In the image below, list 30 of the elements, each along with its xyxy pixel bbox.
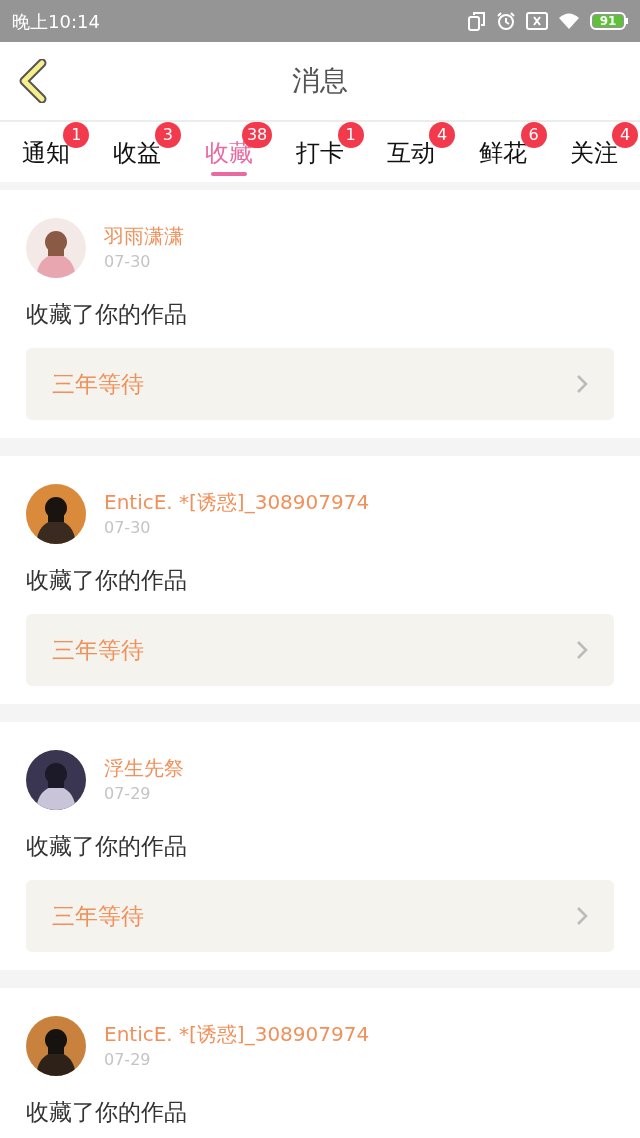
- message-date: 07-30: [104, 252, 152, 272]
- user-name[interactable]: EnticE. *[诱惑]_308907974: [104, 490, 370, 514]
- chevron-right-icon: [576, 640, 588, 660]
- message-text: 收藏了你的作品: [26, 566, 188, 595]
- user-name[interactable]: 浮生先祭: [104, 756, 184, 780]
- battery-level: 91: [593, 15, 623, 27]
- work-link[interactable]: 三年等待: [26, 614, 614, 686]
- work-link[interactable]: 三年等待: [26, 348, 614, 420]
- tab[interactable]: 互动 4: [365, 122, 458, 182]
- message-date: 07-29: [104, 784, 152, 804]
- message-text: 收藏了你的作品: [26, 832, 188, 861]
- work-link[interactable]: 三年等待: [26, 880, 614, 952]
- status-time: 晚上10:14: [12, 9, 100, 34]
- tab[interactable]: 关注 4: [548, 122, 640, 182]
- sim-off-icon: [526, 12, 548, 30]
- message-date: 07-29: [104, 1050, 152, 1070]
- count-badge: 4: [429, 122, 456, 148]
- message-text: 收藏了你的作品: [26, 1098, 188, 1127]
- user-name[interactable]: EnticE. *[诱惑]_308907974: [104, 1022, 370, 1046]
- chevron-right-icon: [576, 906, 588, 926]
- screen-rotate-icon: [468, 11, 486, 31]
- user-name[interactable]: 羽雨潇潇: [104, 224, 184, 248]
- message-text: 收藏了你的作品: [26, 300, 188, 329]
- wifi-icon: [558, 12, 580, 30]
- page-title: 消息: [292, 63, 348, 99]
- message-date: 07-30: [104, 518, 152, 538]
- tab[interactable]: 鲜花 6: [457, 122, 549, 182]
- back-chevron-icon: [18, 59, 48, 103]
- alarm-icon: [496, 11, 516, 31]
- chevron-right-icon: [576, 374, 588, 394]
